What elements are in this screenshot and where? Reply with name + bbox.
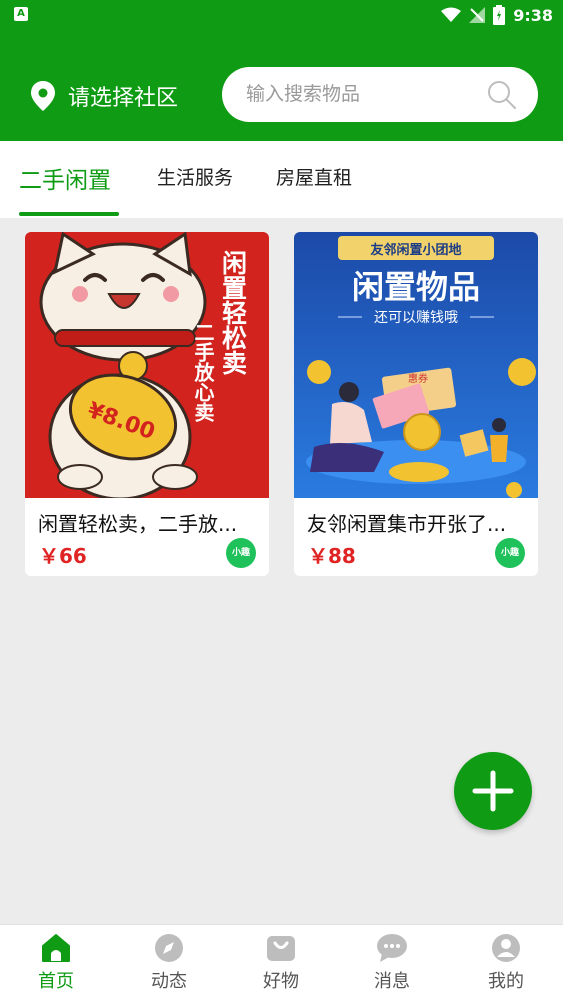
category-tabs: 二手闲置 生活服务 房屋直租 xyxy=(0,141,563,218)
bottom-navigation: 首页 动态 好物 消息 我的 xyxy=(0,924,563,1002)
status-time: 9:38 xyxy=(513,5,553,25)
nav-profile[interactable]: 我的 xyxy=(466,933,546,999)
image-headline: 闲置物品 xyxy=(352,268,480,306)
chat-icon xyxy=(377,934,407,962)
community-selector[interactable]: 请选择社区 xyxy=(30,78,178,114)
app-notification-icon: A xyxy=(14,7,28,21)
listing-title: 友邻闲置集市开张了... xyxy=(307,512,507,536)
seller-badge: 小趣 xyxy=(495,538,525,568)
nav-profile-label: 我的 xyxy=(488,971,524,992)
nav-goods-label: 好物 xyxy=(263,971,299,992)
search-input[interactable] xyxy=(246,79,486,109)
tab-life-services[interactable]: 生活服务 xyxy=(157,163,233,190)
listing-card[interactable]: ¥8.00 闲置轻松卖 二手放心卖 闲置轻松卖，二手放... ￥66 小趣 xyxy=(25,232,269,576)
plus-icon xyxy=(472,770,514,812)
search-icon[interactable] xyxy=(486,79,518,111)
nav-feed-label: 动态 xyxy=(151,971,187,992)
tab-house-rental[interactable]: 房屋直租 xyxy=(276,163,352,190)
listing-price: ￥66 xyxy=(39,544,87,568)
nav-home[interactable]: 首页 xyxy=(16,933,96,999)
status-icons: 9:38 xyxy=(441,4,553,26)
wifi-icon xyxy=(441,7,462,22)
battery-icon xyxy=(493,5,506,25)
ticket-text: 惠券 xyxy=(408,372,428,385)
listing-image: ¥8.00 闲置轻松卖 二手放心卖 xyxy=(25,232,269,498)
profile-icon xyxy=(492,934,520,962)
nav-messages-label: 消息 xyxy=(374,971,410,992)
app-header: A 9:38 请选择社区 xyxy=(0,0,563,141)
image-headline: 闲置轻松卖 xyxy=(219,250,248,376)
nav-home-label: 首页 xyxy=(38,971,74,992)
image-banner: 友邻闲置小团地 xyxy=(370,242,461,258)
status-bar: A 9:38 xyxy=(0,0,563,30)
active-tab-indicator xyxy=(19,212,119,216)
nav-feed[interactable]: 动态 xyxy=(129,933,209,999)
no-signal-icon xyxy=(469,7,486,23)
add-listing-button[interactable] xyxy=(454,752,532,830)
listing-image: 友邻闲置小团地 闲置物品 还可以赚钱哦 惠券 xyxy=(294,232,538,498)
location-pin-icon xyxy=(31,81,55,111)
image-subline: 还可以赚钱哦 xyxy=(374,310,458,326)
listing-card[interactable]: 友邻闲置小团地 闲置物品 还可以赚钱哦 惠券 友邻闲置集市开张了... ￥88 … xyxy=(294,232,538,576)
community-selector-label: 请选择社区 xyxy=(68,86,179,111)
search-box[interactable] xyxy=(222,67,538,122)
seller-badge: 小趣 xyxy=(226,538,256,568)
listing-title: 闲置轻松卖，二手放... xyxy=(38,512,238,536)
tab-second-hand[interactable]: 二手闲置 xyxy=(19,161,111,195)
nav-goods[interactable]: 好物 xyxy=(241,933,321,999)
compass-icon xyxy=(155,934,183,962)
home-icon xyxy=(42,934,70,962)
listing-price: ￥88 xyxy=(308,544,356,568)
nav-messages[interactable]: 消息 xyxy=(352,933,432,999)
shopping-bag-icon xyxy=(267,936,295,961)
image-subline: 二手放心卖 xyxy=(191,322,215,423)
